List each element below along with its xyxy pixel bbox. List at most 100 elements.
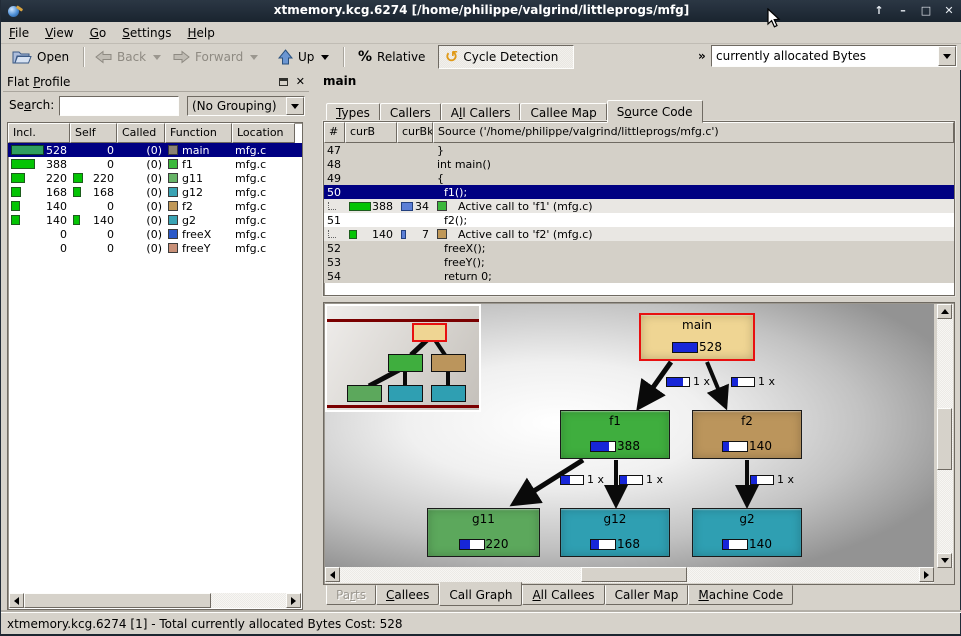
tab-all-callers[interactable]: All Callers [441, 103, 521, 122]
source-column-header[interactable]: # [324, 122, 345, 143]
toolbar-overflow-chevron[interactable]: » [698, 49, 706, 63]
source-column-header[interactable]: Source ('/home/philippe/valgrind/littlep… [433, 122, 954, 143]
scroll-left-icon[interactable] [325, 567, 340, 582]
annotation-text: Active call to 'f1' (mfg.c) [451, 200, 593, 213]
forward-button[interactable]: Forward [166, 45, 265, 69]
tab-callee-map[interactable]: Callee Map [520, 103, 606, 122]
graph-vscrollbar[interactable] [937, 304, 953, 568]
source-line-51[interactable]: 51 f2(); [324, 213, 954, 227]
menu-help[interactable]: Help [179, 24, 222, 42]
graph-node-g2[interactable]: g2140 [692, 508, 802, 557]
edge-label-f2-g2[interactable]: 1 x [750, 473, 794, 486]
scroll-up-icon[interactable] [937, 304, 952, 319]
cycle-detection-button[interactable]: ↺ Cycle Detection [438, 45, 574, 69]
incl-cell: 0 [8, 227, 70, 241]
back-button[interactable]: Back [88, 45, 168, 69]
scroll-thumb[interactable] [24, 593, 211, 608]
source-line-49[interactable]: 49{ [324, 171, 954, 185]
tab-machine-code[interactable]: Machine Code [688, 585, 793, 605]
graph-node-main[interactable]: main528 [639, 313, 755, 361]
source-annotation[interactable]: 38834 Active call to 'f1' (mfg.c) [324, 199, 954, 213]
tab-types[interactable]: Types [326, 103, 380, 122]
call-graph-canvas[interactable]: main528 f1388 f2140 g11220 g12168 g2140 1 x 1 x… [325, 304, 934, 568]
up-button[interactable]: Up [271, 45, 336, 69]
vertical-splitter[interactable] [303, 70, 319, 612]
edge-label-f1-g11[interactable]: 1 x [560, 473, 604, 486]
line-number: 49 [324, 171, 345, 185]
flat-profile-row-g12[interactable]: 168168(0)g12mfg.c [8, 185, 302, 199]
scroll-right-icon[interactable] [286, 593, 301, 608]
dock-titlebar[interactable]: Flat Profile ✕ [3, 72, 309, 92]
tab-all-callees[interactable]: All Callees [522, 585, 604, 605]
source-column-header[interactable]: curBk [397, 122, 433, 143]
column-header-called[interactable]: Called [117, 123, 165, 143]
called-value: (0) [146, 144, 162, 157]
grouping-combobox[interactable]: (No Grouping) [187, 96, 305, 116]
tab-caller-map[interactable]: Caller Map [605, 585, 689, 605]
titlebar[interactable]: xtmemory.kcg.6274 [/home/philippe/valgri… [1, 0, 961, 22]
menu-view[interactable]: View [37, 24, 81, 42]
relative-button[interactable]: % Relative [351, 45, 432, 69]
flat-profile-row-freeX[interactable]: 00(0)freeXmfg.c [8, 227, 302, 241]
scroll-thumb[interactable] [581, 567, 687, 582]
flat-profile-hscrollbar[interactable] [9, 593, 301, 608]
flat-profile-row-main[interactable]: 5280(0)mainmfg.c [8, 143, 302, 157]
menu-settings[interactable]: Settings [114, 24, 179, 42]
combo-dropdown-button[interactable] [286, 97, 304, 115]
scroll-left-icon[interactable] [9, 593, 24, 608]
window-maximize-icon[interactable]: □ [917, 2, 935, 20]
tab-parts[interactable]: Parts [326, 585, 376, 605]
source-column-header[interactable]: curB [345, 122, 397, 143]
flat-profile-row-f1[interactable]: 3880(0)f1mfg.c [8, 157, 302, 171]
tab-source-code[interactable]: Source Code [607, 100, 703, 123]
tab-callers[interactable]: Callers [380, 103, 441, 122]
edge-label-f1-g12[interactable]: 1 x [619, 473, 663, 486]
dock-float-icon[interactable] [279, 78, 288, 86]
back-dropdown-icon[interactable] [153, 55, 161, 60]
column-header-self[interactable]: Self [70, 123, 117, 143]
window-close-icon[interactable]: ✕ [940, 2, 958, 20]
tab-call-graph[interactable]: Call Graph [439, 582, 522, 606]
column-header-function[interactable]: Function [165, 123, 232, 143]
scroll-thumb[interactable] [937, 408, 952, 470]
graph-hscrollbar[interactable] [325, 567, 934, 583]
source-line-54[interactable]: 54 return 0; [324, 269, 954, 283]
curb-cell [345, 185, 397, 199]
graph-overview[interactable] [325, 304, 481, 412]
event-type-combobox[interactable]: currently allocated Bytes [711, 45, 957, 67]
source-line-52[interactable]: 52 freeX(); [324, 241, 954, 255]
source-line-48[interactable]: 48int main() [324, 157, 954, 171]
source-header: #curBcurBkSource ('/home/philippe/valgri… [324, 122, 954, 143]
tab-callees[interactable]: Callees [376, 585, 439, 605]
source-line-50[interactable]: 50 f1(); [324, 185, 954, 199]
column-header-location[interactable]: Location [232, 123, 295, 143]
edge-label-main-f2[interactable]: 1 x [731, 375, 775, 388]
combo-dropdown-button[interactable] [938, 46, 956, 66]
flat-profile-row-g11[interactable]: 220220(0)g11mfg.c [8, 171, 302, 185]
column-header-incl[interactable]: Incl. [8, 123, 70, 143]
flat-profile-row-g2[interactable]: 140140(0)g2mfg.c [8, 213, 302, 227]
source-line-53[interactable]: 53 freeY(); [324, 255, 954, 269]
up-dropdown-icon[interactable] [321, 55, 329, 60]
flat-profile-row-f2[interactable]: 1400(0)f2mfg.c [8, 199, 302, 213]
forward-dropdown-icon[interactable] [250, 55, 258, 60]
scroll-down-icon[interactable] [937, 553, 952, 568]
window-minimize-icon[interactable]: – [894, 2, 912, 20]
graph-node-g11[interactable]: g11220 [427, 508, 540, 557]
graph-node-g12[interactable]: g12168 [560, 508, 670, 557]
scroll-right-icon[interactable] [919, 567, 934, 582]
edge-label-main-f1[interactable]: 1 x [666, 375, 710, 388]
open-button[interactable]: Open [5, 45, 76, 69]
menu-go[interactable]: Go [82, 24, 115, 42]
source-line-47[interactable]: 47} [324, 143, 954, 157]
search-input[interactable] [59, 96, 179, 116]
window-shade-icon[interactable]: ↑ [870, 2, 888, 20]
graph-node-f2[interactable]: f2140 [692, 410, 802, 459]
graph-node-label: f1 [561, 414, 669, 428]
menu-file[interactable]: File [1, 24, 37, 42]
source-annotation[interactable]: 1407 Active call to 'f2' (mfg.c) [324, 227, 954, 241]
function-name: f1 [182, 158, 193, 171]
flat-profile-row-freeY[interactable]: 00(0)freeYmfg.c [8, 241, 302, 255]
graph-node-f1[interactable]: f1388 [560, 410, 670, 459]
self-cell: 0 [70, 143, 117, 157]
